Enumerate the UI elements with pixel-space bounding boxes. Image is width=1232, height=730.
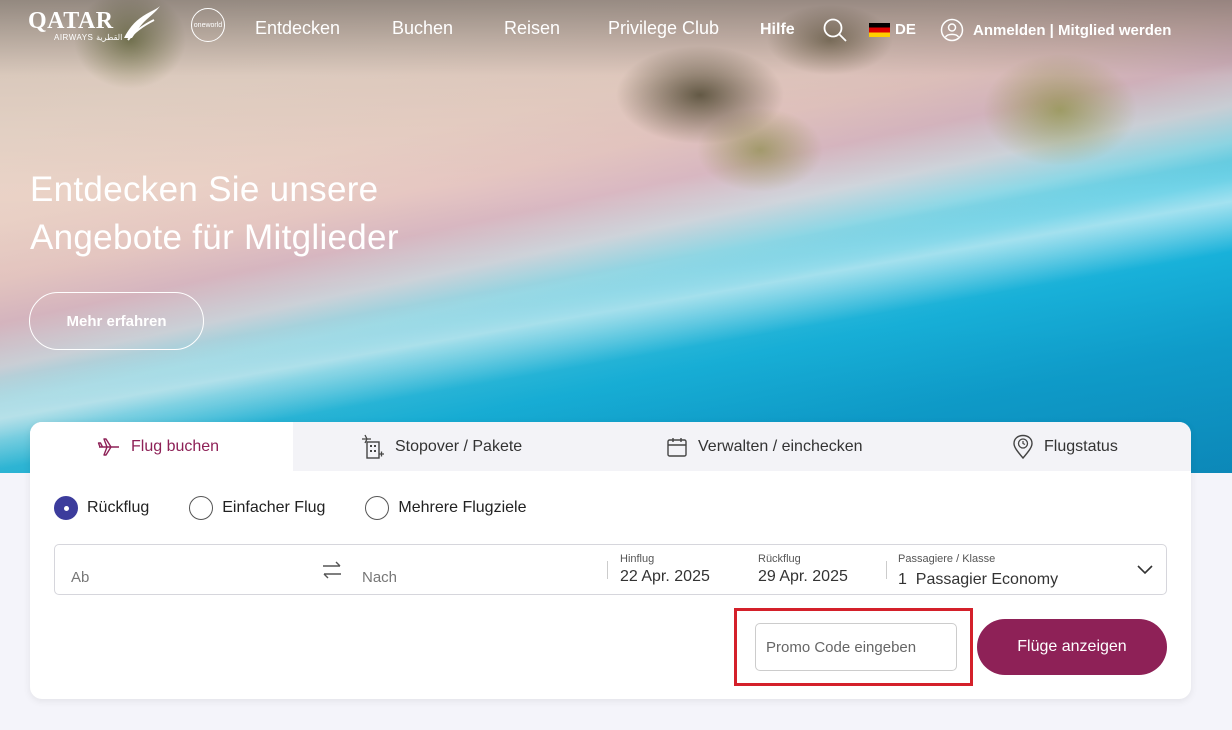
hero-cta-button[interactable]: Mehr erfahren bbox=[29, 292, 204, 350]
pax-value: 1 Passagier Economy bbox=[898, 571, 1059, 588]
hotel-plane-icon bbox=[362, 434, 384, 459]
to-field[interactable]: Nach bbox=[362, 569, 397, 586]
hero-title-line1: Entdecken Sie unsere bbox=[30, 170, 379, 209]
divider bbox=[607, 561, 608, 579]
search-icon[interactable] bbox=[822, 17, 848, 43]
language-selector[interactable]: DE bbox=[869, 21, 916, 38]
tab-label: Flug buchen bbox=[131, 437, 220, 455]
depart-label: Hinflug bbox=[620, 553, 655, 565]
return-label: Rückflug bbox=[758, 553, 801, 565]
location-clock-icon bbox=[1013, 434, 1033, 459]
account-link[interactable]: Anmelden | Mitglied werden bbox=[940, 18, 1171, 42]
nav-buchen[interactable]: Buchen bbox=[392, 18, 453, 39]
user-icon bbox=[940, 18, 964, 42]
radio-label: Mehrere Flugziele bbox=[398, 499, 527, 516]
nav-privilege-club[interactable]: Privilege Club bbox=[608, 18, 719, 39]
nav-help[interactable]: Hilfe bbox=[760, 21, 795, 39]
tab-stopover-pakete[interactable]: Stopover / Pakete bbox=[361, 422, 522, 471]
trip-type-group: Rückflug Einfacher Flug Mehrere Flugziel… bbox=[54, 496, 566, 520]
return-value: 29 Apr. 2025 bbox=[758, 568, 848, 585]
top-navigation: QATAR AIRWAYS القطرية oneworld Entdecken… bbox=[0, 0, 1232, 60]
oneworld-logo[interactable]: oneworld bbox=[191, 8, 225, 42]
germany-flag-icon bbox=[869, 22, 890, 37]
depart-value: 22 Apr. 2025 bbox=[620, 568, 710, 585]
pax-label: Passagiere / Klasse bbox=[898, 553, 996, 565]
promo-code-input[interactable] bbox=[755, 623, 957, 671]
radio-unchecked-icon bbox=[365, 496, 390, 520]
logo-subtext: AIRWAYS القطرية bbox=[54, 33, 123, 42]
booking-tabs: Flug buchen Stopover / Pakete Verwalten … bbox=[30, 422, 1191, 471]
radio-unchecked-icon bbox=[189, 496, 214, 520]
qatar-airways-logo[interactable]: QATAR AIRWAYS القطرية bbox=[28, 6, 163, 44]
tab-label: Stopover / Pakete bbox=[395, 437, 523, 455]
radio-mehrere-flugziele[interactable]: Mehrere Flugziele bbox=[365, 496, 526, 520]
from-field[interactable]: Ab bbox=[71, 569, 89, 586]
plane-icon bbox=[97, 437, 119, 456]
chevron-down-icon[interactable] bbox=[1136, 563, 1154, 575]
hero-title-line2: Angebote für Mitglieder bbox=[30, 218, 399, 257]
tab-flug-buchen[interactable]: Flug buchen bbox=[30, 422, 293, 471]
radio-label: Einfacher Flug bbox=[222, 499, 326, 516]
calendar-icon bbox=[667, 437, 687, 457]
radio-label: Rückflug bbox=[87, 499, 150, 516]
flight-search-row: Ab Nach Hinflug 22 Apr. 2025 Rückflug 29… bbox=[54, 544, 1167, 595]
tab-verwalten-einchecken[interactable]: Verwalten / einchecken bbox=[666, 422, 863, 471]
divider bbox=[886, 561, 887, 579]
radio-rueckflug[interactable]: Rückflug bbox=[54, 496, 149, 520]
account-label: Anmelden | Mitglied werden bbox=[973, 21, 1172, 39]
radio-einfacher-flug[interactable]: Einfacher Flug bbox=[189, 496, 325, 520]
tab-label: Verwalten / einchecken bbox=[698, 437, 863, 455]
hero-title: Entdecken Sie unsere Angebote für Mitgli… bbox=[30, 166, 510, 262]
radio-checked-icon bbox=[54, 496, 78, 520]
language-code: DE bbox=[895, 21, 916, 38]
nav-reisen[interactable]: Reisen bbox=[504, 18, 560, 39]
nav-entdecken[interactable]: Entdecken bbox=[255, 18, 340, 39]
logo-wordmark: QATAR bbox=[28, 8, 114, 34]
show-flights-button[interactable]: Flüge anzeigen bbox=[977, 619, 1167, 675]
tab-label: Flugstatus bbox=[1044, 437, 1118, 455]
hero-banner: Entdecken Sie unsere Angebote für Mitgli… bbox=[0, 0, 1232, 473]
oryx-icon bbox=[124, 6, 160, 41]
booking-widget: Flug buchen Stopover / Pakete Verwalten … bbox=[30, 422, 1191, 699]
swap-icon[interactable] bbox=[321, 560, 343, 580]
tab-flugstatus[interactable]: Flugstatus bbox=[1012, 422, 1118, 471]
